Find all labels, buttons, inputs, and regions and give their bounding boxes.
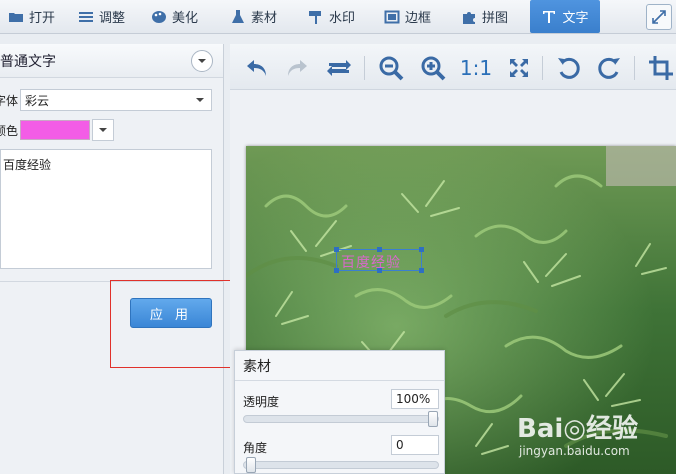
palette-icon bbox=[152, 10, 166, 23]
undo-icon bbox=[247, 60, 266, 76]
font-value: 彩云 bbox=[25, 93, 50, 108]
watermark-url: jingyan.baidu.com bbox=[519, 444, 630, 458]
text-settings-panel: 普通文字 字体 彩云 颜色 百度经验 应 用 bbox=[0, 44, 224, 474]
resize-handle[interactable] bbox=[334, 247, 339, 252]
color-row: 颜色 bbox=[0, 119, 114, 141]
angle-slider[interactable] bbox=[243, 457, 439, 473]
redo-icon bbox=[288, 60, 307, 76]
crop-button[interactable] bbox=[646, 54, 676, 82]
toolbar-collage[interactable]: 拼图 bbox=[453, 0, 516, 33]
crop-icon bbox=[649, 56, 673, 80]
opacity-value: 100% bbox=[396, 392, 431, 406]
rotate-right-icon bbox=[598, 57, 620, 79]
toolbar-beautify[interactable]: 美化 bbox=[143, 0, 206, 33]
zoom-in-icon bbox=[421, 56, 446, 81]
resize-handle[interactable] bbox=[419, 247, 424, 252]
rotate-left-icon bbox=[558, 57, 580, 79]
roller-icon bbox=[309, 10, 321, 24]
zoom-out-icon bbox=[379, 56, 404, 81]
undo-button[interactable] bbox=[242, 54, 272, 82]
main-toolbar: 打开 调整 美化 素材 水印 边框 拼图 文字 bbox=[0, 0, 676, 34]
repeat-icon bbox=[327, 60, 351, 76]
zoom-in-button[interactable] bbox=[418, 54, 448, 82]
opacity-label: 透明度 bbox=[243, 395, 280, 409]
color-swatch[interactable] bbox=[20, 120, 90, 140]
panel-title: 普通文字 bbox=[0, 53, 56, 70]
toolbar-material-label: 素材 bbox=[251, 11, 278, 26]
material-panel-title: 素材 bbox=[235, 351, 444, 381]
panel-header: 普通文字 bbox=[0, 44, 223, 78]
toolbar-watermark-label: 水印 bbox=[329, 11, 356, 26]
resize-handle[interactable] bbox=[334, 268, 339, 273]
sliders-icon bbox=[79, 11, 93, 22]
panel-collapse-button[interactable] bbox=[191, 49, 213, 72]
toolbar-open[interactable]: 打开 bbox=[0, 0, 63, 33]
material-panel: 素材 透明度 100% 角度 0 bbox=[234, 350, 445, 474]
resize-handle[interactable] bbox=[419, 268, 424, 273]
toolbar-separator bbox=[634, 56, 635, 80]
baidu-jingyan-watermark: Bai◎经验 jingyan.baidu.com bbox=[515, 400, 675, 470]
toolbar-adjust-label: 调整 bbox=[99, 11, 126, 26]
text-input-value: 百度经验 bbox=[3, 158, 52, 172]
color-label: 颜色 bbox=[0, 123, 19, 138]
toolbar-border[interactable]: 边框 bbox=[376, 0, 439, 33]
actual-size-button[interactable]: 1:1 bbox=[456, 54, 496, 82]
angle-label: 角度 bbox=[243, 441, 268, 455]
toolbar-beautify-label: 美化 bbox=[172, 11, 199, 26]
puzzle-icon bbox=[463, 11, 475, 24]
text-t-icon bbox=[543, 10, 556, 23]
resize-handle[interactable] bbox=[377, 247, 382, 252]
font-row: 字体 彩云 bbox=[0, 89, 212, 111]
toolbar-watermark[interactable]: 水印 bbox=[300, 0, 363, 33]
angle-slider-thumb[interactable] bbox=[246, 457, 256, 473]
toolbar-adjust[interactable]: 调整 bbox=[70, 0, 133, 33]
font-select[interactable]: 彩云 bbox=[20, 89, 212, 111]
color-dropdown-button[interactable] bbox=[92, 119, 114, 141]
fit-screen-button[interactable] bbox=[506, 54, 532, 82]
fit-screen-icon bbox=[510, 59, 528, 77]
font-label: 字体 bbox=[0, 93, 19, 108]
text-selection-box[interactable]: 百度经验 bbox=[334, 247, 424, 273]
expand-icon bbox=[652, 10, 666, 24]
text-input-area[interactable]: 百度经验 bbox=[0, 149, 212, 269]
redo-button[interactable] bbox=[282, 54, 312, 82]
edit-toolbar: 1:1 bbox=[230, 44, 676, 90]
angle-value: 0 bbox=[396, 438, 404, 452]
zoom-out-button[interactable] bbox=[376, 54, 406, 82]
chevron-down-icon bbox=[196, 98, 204, 102]
chevron-down-icon bbox=[99, 128, 107, 132]
toolbar-open-label: 打开 bbox=[29, 11, 56, 26]
rotate-left-button[interactable] bbox=[554, 54, 584, 82]
actual-size-label: 1:1 bbox=[459, 56, 493, 80]
toolbar-collage-label: 拼图 bbox=[482, 11, 509, 26]
toolbar-material[interactable]: 素材 bbox=[222, 0, 285, 33]
opacity-slider[interactable] bbox=[243, 411, 439, 427]
flask-icon bbox=[232, 9, 244, 23]
toolbar-text[interactable]: 文字 bbox=[530, 0, 600, 33]
frame-icon bbox=[384, 10, 400, 23]
folder-icon bbox=[9, 12, 23, 22]
opacity-slider-thumb[interactable] bbox=[428, 411, 438, 427]
toolbar-text-label: 文字 bbox=[562, 11, 589, 26]
toolbar-border-label: 边框 bbox=[405, 11, 432, 26]
toolbar-separator bbox=[542, 56, 543, 80]
resize-handle[interactable] bbox=[377, 268, 382, 273]
selected-text: 百度经验 bbox=[341, 255, 401, 271]
chevron-down-icon bbox=[198, 58, 206, 63]
toolbar-separator bbox=[364, 56, 365, 80]
watermark-logo: Bai◎经验 bbox=[517, 414, 638, 444]
opacity-input[interactable]: 100% bbox=[391, 389, 439, 409]
annotation-highlight-box bbox=[110, 280, 234, 368]
angle-input[interactable]: 0 bbox=[391, 435, 439, 455]
rotate-right-button[interactable] bbox=[594, 54, 624, 82]
expand-button[interactable] bbox=[646, 4, 672, 30]
repeat-button[interactable] bbox=[324, 54, 354, 82]
